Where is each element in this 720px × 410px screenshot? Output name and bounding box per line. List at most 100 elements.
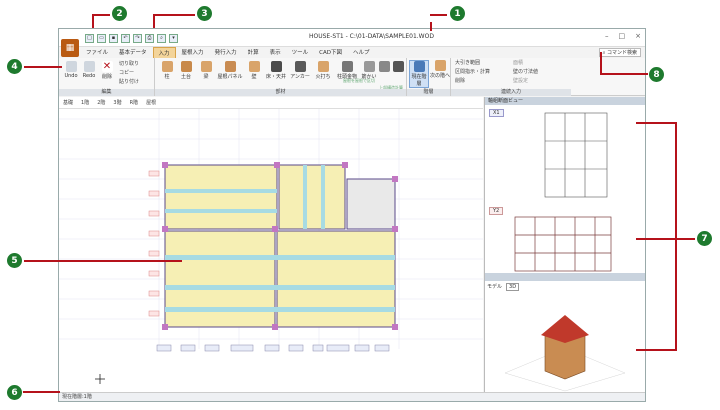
beam	[165, 209, 277, 213]
tab-view[interactable]: 表示	[265, 47, 286, 58]
save-icon[interactable]: ▪	[109, 33, 118, 43]
app-menu-button[interactable]: ▦	[61, 39, 79, 57]
tab-issue-input[interactable]: 発行入力	[210, 47, 242, 58]
callout-badge-1: 1	[449, 5, 466, 22]
redo-icon[interactable]: ↷	[133, 33, 142, 43]
callout-line-6	[22, 391, 60, 393]
room-area	[164, 164, 278, 230]
redo-icon	[83, 61, 95, 72]
member-column-button[interactable]: 柱	[159, 61, 175, 80]
callout-line-3b	[153, 14, 155, 28]
roof-panel-icon	[224, 61, 236, 72]
callout-badge-2: 2	[111, 5, 128, 22]
floor-tab-roof[interactable]: 屋根	[146, 99, 156, 106]
minimize-icon[interactable]: –	[605, 32, 609, 40]
floor-tab-rf[interactable]: R階	[130, 99, 138, 106]
callout-badge-7: 7	[696, 230, 713, 247]
next-floor-button[interactable]: 次の階へ	[430, 60, 450, 79]
plan-canvas[interactable]	[59, 109, 483, 394]
y-marker	[148, 250, 160, 257]
maximize-icon[interactable]: □	[619, 32, 626, 40]
tab-calc[interactable]: 計算	[243, 47, 264, 58]
undo-button[interactable]: Undo	[63, 61, 79, 79]
y-marker	[148, 230, 160, 237]
command-search[interactable]: ⌕ コマンド検索	[598, 48, 641, 57]
callout-badge-4: 4	[6, 58, 23, 75]
undo-icon[interactable]: ↶	[121, 33, 130, 43]
paste-button[interactable]: 貼り付け	[119, 78, 139, 85]
tab-3d[interactable]: 3D	[506, 283, 520, 291]
current-floor-button[interactable]: 現在階層	[409, 60, 429, 88]
undo-icon	[65, 61, 77, 72]
floor-tab-1f[interactable]: 1階	[81, 99, 89, 106]
floor-tab-foundation[interactable]: 基礎	[63, 99, 73, 106]
upper-structure-button[interactable]	[391, 61, 405, 73]
callout-line-7c	[636, 349, 676, 351]
member-beam-button[interactable]: 梁	[197, 61, 215, 80]
tab-3d-model[interactable]: モデル	[487, 283, 502, 291]
ribbon: Undo Redo ✕ 削除 切り取り コピー 貼り付け 編集 柱 土台 梁 屋根…	[59, 58, 645, 96]
member-sill-button[interactable]: 土台	[177, 61, 195, 80]
x-marker	[354, 344, 370, 352]
copy-button[interactable]: コピー	[119, 69, 134, 76]
tab-tools[interactable]: ツール	[287, 47, 314, 58]
member-anchor-button[interactable]: アンカー	[289, 61, 311, 80]
print-icon[interactable]: ⎙	[145, 33, 154, 43]
column	[162, 324, 168, 330]
callout-line-7e	[675, 238, 695, 240]
elevation-y2	[514, 216, 612, 272]
floor-ceiling-icon	[270, 61, 282, 72]
tab-file[interactable]: ファイル	[81, 47, 113, 58]
room-area	[278, 164, 346, 230]
callout-line-7b	[636, 238, 676, 240]
group-label-members: 部材	[155, 89, 406, 96]
continuous-delete-button[interactable]: 削除	[455, 77, 465, 84]
callout-line-8b	[600, 73, 648, 75]
new-icon[interactable]: □	[85, 33, 94, 43]
open-icon[interactable]: ▭	[97, 33, 106, 43]
floor-plan-drawing	[59, 109, 483, 384]
section-calc-button[interactable]: 区間指示・計算	[455, 68, 490, 75]
close-icon[interactable]: ×	[635, 32, 641, 40]
status-bar: 現在階層:1階	[59, 392, 645, 401]
window-controls: – □ ×	[605, 32, 641, 40]
hardware-icon	[341, 61, 353, 72]
next-floor-icon	[434, 60, 446, 71]
column	[392, 176, 398, 182]
member-brace-button[interactable]: 火打ち	[313, 61, 333, 80]
member-wall-button[interactable]: 壁	[245, 61, 263, 80]
x-marker	[326, 344, 350, 352]
member-roof-panel-button[interactable]: 屋根パネル	[217, 61, 243, 80]
callout-badge-8: 8	[648, 66, 665, 83]
tab-help[interactable]: ヘルプ	[348, 47, 375, 58]
elevation-drawings	[514, 112, 612, 272]
floor-tab-2f[interactable]: 2階	[97, 99, 105, 106]
area-button[interactable]: 面積	[513, 59, 523, 66]
zoom-icon[interactable]: ⌕	[157, 33, 166, 43]
callout-line-7d	[675, 122, 677, 351]
column	[274, 162, 280, 168]
brace-icon	[317, 61, 329, 72]
tab-cad[interactable]: CAD下図	[314, 47, 347, 58]
delete-x-icon: ✕	[101, 61, 113, 72]
room-area	[276, 230, 396, 328]
joist-range-button[interactable]: 大引き範囲	[455, 59, 480, 66]
delete-button[interactable]: ✕ 削除	[99, 61, 115, 80]
member-floor-ceiling-button[interactable]: 床・天井	[265, 61, 287, 80]
callout-line-1	[430, 22, 432, 31]
wall-settings-button[interactable]: 壁設定	[513, 77, 528, 84]
structure-icon	[392, 61, 404, 72]
group-members: 柱 土台 梁 屋根パネル 壁 床・天井 アンカー 火打ち 柱頭金物 筋かい 屋根…	[155, 58, 407, 96]
tab-basic-data[interactable]: 基本データ	[114, 47, 152, 58]
floor-tab-3f[interactable]: 3階	[113, 99, 121, 106]
cut-button[interactable]: 切り取り	[119, 60, 139, 67]
customize-icon[interactable]: ▾	[169, 33, 178, 43]
view3d-panel-titlebar	[485, 273, 645, 281]
redo-button[interactable]: Redo	[81, 61, 97, 79]
tab-roof-input[interactable]: 屋根入力	[177, 47, 209, 58]
column	[162, 162, 168, 168]
wall-dimension-button[interactable]: 壁の寸法値	[513, 68, 538, 75]
tab-input[interactable]: 入力	[152, 47, 176, 58]
member-roof-divide-button[interactable]	[377, 61, 391, 73]
y-marker	[148, 290, 160, 297]
